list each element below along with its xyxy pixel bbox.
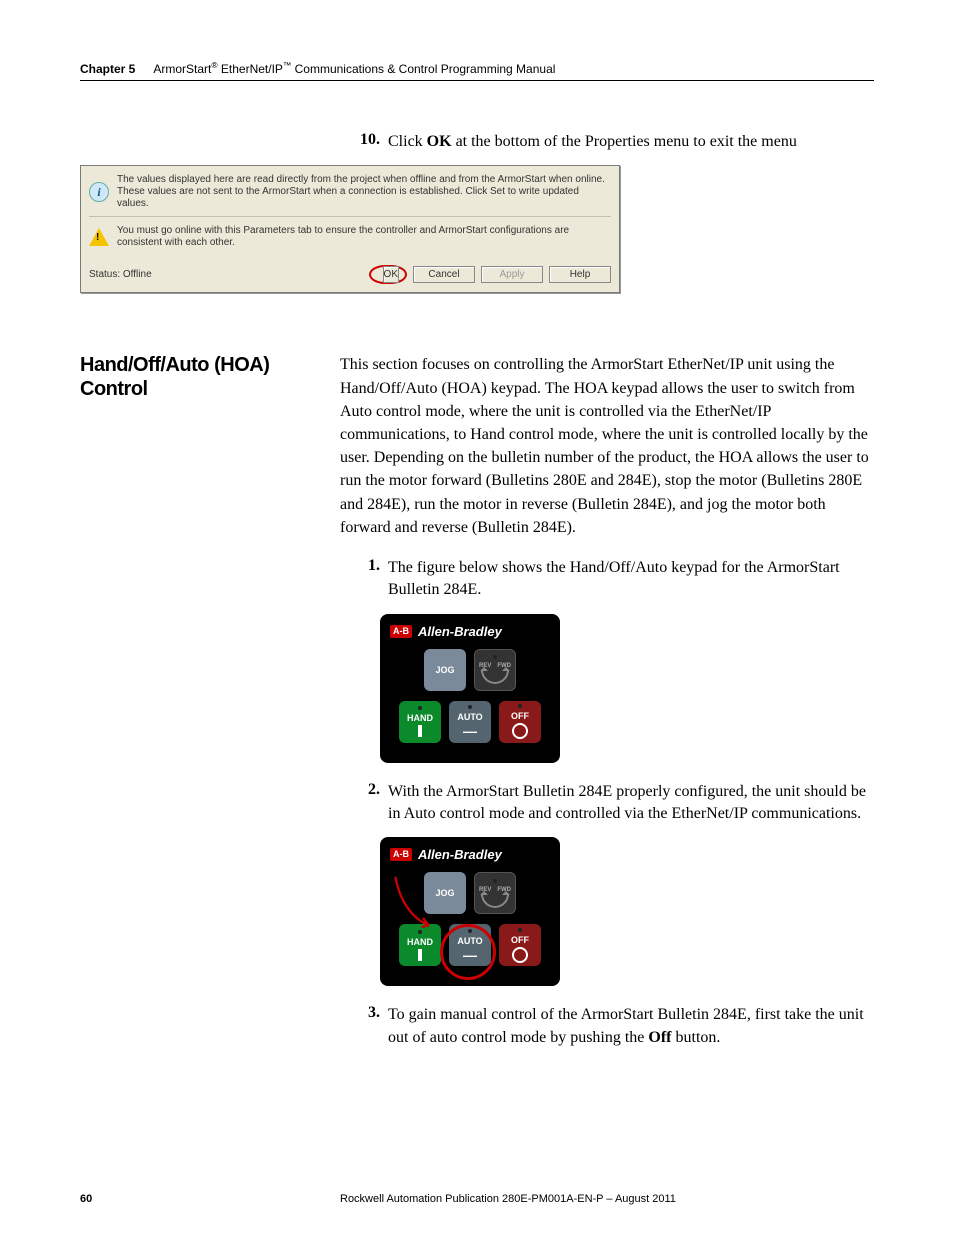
led-icon [418,930,422,934]
brand-label: Allen-Bradley [418,624,502,639]
ok-highlight-ring: OK [369,265,407,284]
apply-button[interactable]: Apply [481,266,543,283]
auto-button[interactable]: AUTO — [449,701,491,743]
jog-button[interactable]: JOG [424,649,466,691]
brand-label: Allen-Bradley [418,847,502,862]
hand-icon [418,949,422,961]
auto-button[interactable]: AUTO — [449,924,491,966]
led-icon [468,929,472,933]
hand-button[interactable]: HAND [399,924,441,966]
ab-logo: A-B [390,848,412,861]
title-prefix: ArmorStart [153,62,211,76]
step-text: With the ArmorStart Bulletin 284E proper… [388,781,874,826]
dialog-footer: Status: Offline OK Cancel Apply Help [81,261,619,292]
led-icon [418,706,422,710]
chapter-label: Chapter 5 [80,62,135,76]
direction-arc-icon [481,670,509,684]
ok-button[interactable]: OK [383,266,399,283]
step-text: To gain manual control of the ArmorStart… [388,1004,874,1049]
warning-row: You must go online with this Parameters … [89,223,611,251]
step-number: 2. [350,781,388,826]
help-button[interactable]: Help [549,266,611,283]
off-bold: Off [648,1029,671,1046]
led-icon [493,655,497,659]
off-button[interactable]: OFF [499,701,541,743]
step-number: 10. [350,131,388,153]
direction-arc-icon [481,894,509,908]
info-text: The values displayed here are read direc… [117,174,611,210]
led-icon [468,705,472,709]
step-text: Click OK at the bottom of the Properties… [388,131,874,153]
keypad-figure-1: A-B Allen-Bradley JOG REV FWD [380,614,560,763]
ok-bold: OK [427,133,452,150]
hand-button[interactable]: HAND [399,701,441,743]
page-footer: 60 Rockwell Automation Publication 280E-… [80,1193,874,1205]
step-2: 2. With the ArmorStart Bulletin 284E pro… [350,781,874,826]
direction-button[interactable]: REV FWD [474,872,516,914]
intro-paragraph: This section focuses on controlling the … [340,353,874,539]
info-icon: i [89,182,109,202]
step-number: 1. [350,557,388,602]
publication-info: Rockwell Automation Publication 280E-PM0… [340,1193,874,1205]
jog-button[interactable]: JOG [424,872,466,914]
ab-logo: A-B [390,625,412,638]
title-mid: EtherNet/IP [218,62,283,76]
led-icon [493,879,497,883]
led-icon [518,928,522,932]
auto-icon: — [463,724,477,738]
dialog-figure: i The values displayed here are read dir… [80,165,620,293]
status-text: Status: Offline [89,269,369,280]
off-button[interactable]: OFF [499,924,541,966]
running-header: Chapter 5 ArmorStart® EtherNet/IP™ Commu… [80,60,874,81]
keypad-figure-2: A-B Allen-Bradley JOG REV FWD [380,837,560,986]
step-text: The figure below shows the Hand/Off/Auto… [388,557,874,602]
auto-icon: — [463,948,477,962]
led-icon [518,704,522,708]
step-number: 3. [350,1004,388,1049]
off-icon [512,947,528,963]
info-row: i The values displayed here are read dir… [89,172,611,212]
off-icon [512,723,528,739]
hand-icon [418,725,422,737]
warning-text: You must go online with this Parameters … [117,225,611,249]
step-10: 10. Click OK at the bottom of the Proper… [350,131,874,153]
warning-icon [89,228,109,246]
step-3: 3. To gain manual control of the ArmorSt… [350,1004,874,1049]
direction-button[interactable]: REV FWD [474,649,516,691]
section-heading: Hand/Off/Auto (HOA) Control [80,353,320,401]
page-number: 60 [80,1193,340,1205]
header-title: ArmorStart® EtherNet/IP™ Communications … [153,60,555,76]
cancel-button[interactable]: Cancel [413,266,475,283]
title-suffix: Communications & Control Programming Man… [291,62,555,76]
step-1: 1. The figure below shows the Hand/Off/A… [350,557,874,602]
